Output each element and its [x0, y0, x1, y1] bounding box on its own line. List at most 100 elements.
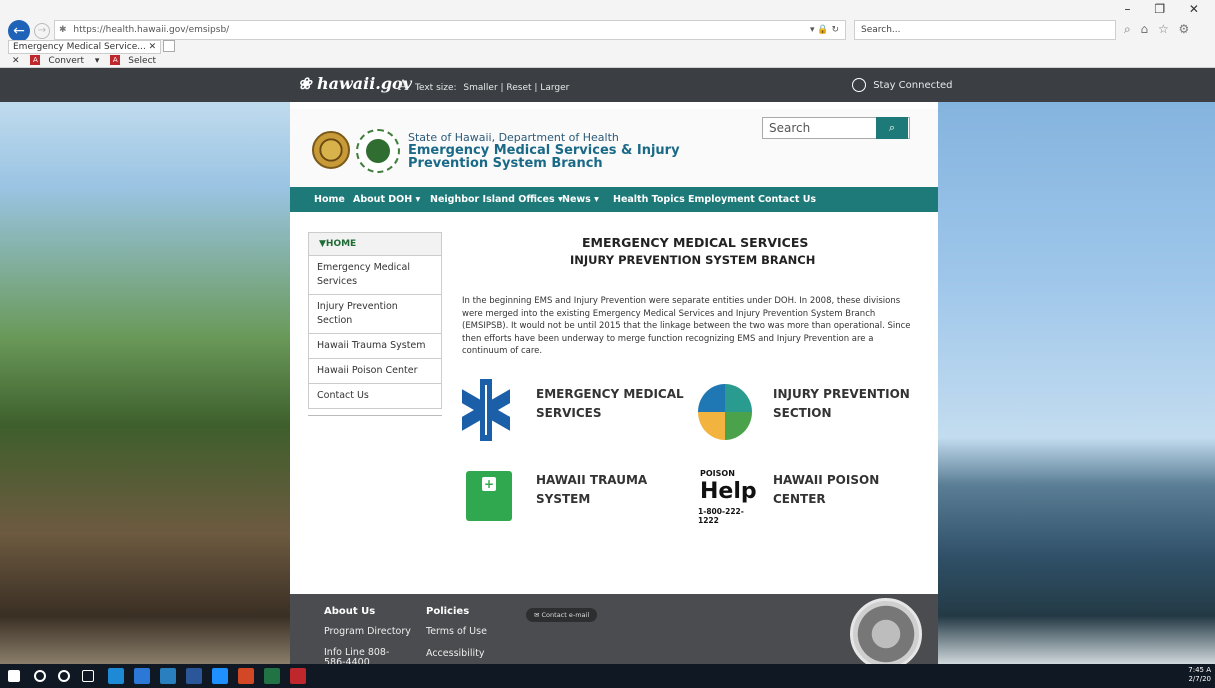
- site-search-placeholder: Search: [769, 121, 811, 135]
- task-view-icon[interactable]: [82, 670, 94, 682]
- file-explorer-icon[interactable]: [160, 668, 176, 684]
- poison-card-line1: HAWAII POISON: [773, 473, 880, 487]
- trauma-card-link[interactable]: HAWAII TRAUMA SYSTEM: [536, 471, 647, 509]
- search-taskbar-icon[interactable]: [34, 670, 46, 682]
- window-controls[interactable]: – ❐ ✕: [1125, 2, 1209, 16]
- stay-connected-link[interactable]: Stay Connected: [852, 78, 953, 92]
- ems-card-link[interactable]: EMERGENCY MEDICAL SERVICES: [536, 385, 684, 423]
- ip-card-line1: INJURY PREVENTION: [773, 387, 910, 401]
- main-panel: State of Hawaii, Department of Health Em…: [290, 109, 938, 594]
- menu-contact-us[interactable]: Contact Us: [758, 194, 816, 205]
- search-icon: ⌕: [888, 121, 896, 134]
- footer-info-line: Info Line 808-586-4400: [324, 647, 390, 665]
- nav-row: ← → ✱ https://health.hawaii.gov/emsipsb/…: [0, 0, 1215, 42]
- back-button[interactable]: ←: [8, 20, 30, 42]
- browser-chrome: ← → ✱ https://health.hawaii.gov/emsipsb/…: [0, 0, 1215, 68]
- site-header: State of Hawaii, Department of Health Em…: [290, 109, 938, 187]
- tab-emergency[interactable]: Emergency Medical Service... ✕: [8, 40, 162, 54]
- browser-search-input[interactable]: Search...: [854, 20, 1116, 40]
- poison-help-icon[interactable]: POISON Help 1-800-222-1222: [698, 469, 762, 525]
- browser-search-placeholder: Search...: [861, 25, 901, 35]
- address-bar[interactable]: ✱ https://health.hawaii.gov/emsipsb/ ▾ 🔒…: [54, 20, 846, 40]
- clock-time: 7:45 A: [1188, 666, 1211, 674]
- medical-cross-icon: +: [482, 477, 496, 491]
- site-footer: About Us Policies ✉ Contact e-mail Progr…: [290, 594, 938, 664]
- poison-icon-word: Help: [700, 479, 757, 504]
- menu-home[interactable]: Home: [314, 194, 345, 205]
- select-icon: A: [110, 55, 121, 65]
- powerpoint-icon[interactable]: [238, 668, 254, 684]
- browser-tools-icons[interactable]: ⌕ ⌂ ☆ ⚙: [1124, 22, 1192, 37]
- stay-connected-label: Stay Connected: [873, 80, 953, 91]
- poison-card-link[interactable]: HAWAII POISON CENTER: [773, 471, 879, 509]
- contact-email-button[interactable]: ✉ Contact e-mail: [526, 608, 598, 622]
- poison-icon-phone: 1-800-222-1222: [698, 507, 744, 525]
- select-label: Select: [128, 55, 157, 66]
- sidebar-item-contact[interactable]: Contact Us: [308, 384, 442, 409]
- ems-card-line2: SERVICES: [536, 406, 602, 420]
- command-row: ✕ A Convert ▾ A Select: [12, 55, 172, 66]
- background-beach-left: [0, 68, 290, 664]
- close-toolbar-icon[interactable]: ✕: [12, 56, 20, 66]
- sidebar-divider: [308, 415, 442, 416]
- sidebar-item-ems[interactable]: Emergency Medical Services: [308, 256, 442, 295]
- new-tab-button[interactable]: [163, 40, 176, 52]
- poison-icon-top: POISON: [700, 469, 735, 478]
- edge-icon[interactable]: [212, 668, 228, 684]
- page-viewport: ❀ hawaii.gov A Text size: Smaller | Rese…: [0, 68, 1215, 664]
- poison-card-line2: CENTER: [773, 492, 826, 506]
- text-size-links[interactable]: Smaller | Reset | Larger: [463, 83, 569, 93]
- search-button[interactable]: ⌕: [876, 117, 908, 139]
- ie-icon[interactable]: [108, 668, 124, 684]
- hawaii-gov-logo[interactable]: ❀ hawaii.gov: [298, 74, 412, 93]
- select-button[interactable]: A Select: [110, 55, 164, 66]
- main-menu: Home About DOH ▾ Neighbor Island Offices…: [290, 187, 938, 212]
- hospital-icon[interactable]: +: [466, 471, 512, 521]
- state-seal-footer-logo: [850, 598, 922, 664]
- site-icon: ✱: [59, 25, 67, 35]
- menu-neighbor-island[interactable]: Neighbor Island Offices ▾: [430, 194, 563, 205]
- trauma-card-line1: HAWAII TRAUMA: [536, 473, 648, 487]
- menu-employment[interactable]: Employment: [688, 194, 755, 205]
- doh-seal-logo[interactable]: [356, 129, 400, 173]
- sidebar-item-trauma[interactable]: Hawaii Trauma System: [308, 334, 442, 359]
- menu-about-doh[interactable]: About DOH ▾: [353, 194, 420, 205]
- windows-taskbar: 7:45 A 2/7/20: [0, 664, 1215, 688]
- refresh-icon[interactable]: ▾ 🔒 ↻: [810, 21, 839, 39]
- menu-news[interactable]: News ▾: [562, 194, 599, 205]
- footer-policies-heading: Policies: [426, 606, 470, 617]
- outlook-icon[interactable]: [134, 668, 150, 684]
- sidebar-nav: ▼HOME Emergency Medical Services Injury …: [308, 232, 442, 416]
- taskbar-clock[interactable]: 7:45 A 2/7/20: [1188, 666, 1211, 684]
- globe-icon: [852, 78, 866, 92]
- doh-seal-center: [366, 139, 390, 163]
- menu-health-topics[interactable]: Health Topics: [613, 194, 685, 205]
- injury-prevention-card-link[interactable]: INJURY PREVENTION SECTION: [773, 385, 910, 423]
- footer-terms[interactable]: Terms of Use: [426, 626, 487, 637]
- contact-email-label: Contact e-mail: [541, 611, 590, 619]
- injury-prevention-icon[interactable]: [698, 384, 752, 440]
- footer-program-directory[interactable]: Program Directory: [324, 626, 411, 637]
- clock-date: 2/7/20: [1188, 675, 1211, 683]
- gov-top-bar: ❀ hawaii.gov A Text size: Smaller | Rese…: [0, 68, 1215, 102]
- acrobat-icon[interactable]: [290, 668, 306, 684]
- page-subtitle: INJURY PREVENTION SYSTEM BRANCH: [570, 253, 816, 267]
- star-of-life-icon[interactable]: [462, 379, 510, 441]
- sidebar-home[interactable]: ▼HOME: [308, 232, 442, 256]
- trauma-card-line2: SYSTEM: [536, 492, 591, 506]
- state-seal-logo[interactable]: [312, 131, 350, 169]
- start-icon[interactable]: [8, 670, 20, 682]
- cortana-icon[interactable]: [58, 670, 70, 682]
- branch-title[interactable]: Emergency Medical Services & Injury Prev…: [408, 144, 680, 170]
- sidebar-item-poison[interactable]: Hawaii Poison Center: [308, 359, 442, 384]
- excel-icon[interactable]: [264, 668, 280, 684]
- forward-button[interactable]: →: [34, 23, 50, 39]
- convert-button[interactable]: A Convert ▾: [30, 55, 99, 66]
- word-icon[interactable]: [186, 668, 202, 684]
- sidebar-item-injury-prevention[interactable]: Injury Prevention Section: [308, 295, 442, 334]
- intro-paragraph: In the beginning EMS and Injury Preventi…: [462, 296, 911, 356]
- background-ocean-right: [938, 68, 1215, 664]
- footer-accessibility[interactable]: Accessibility: [426, 648, 484, 659]
- ems-card-line1: EMERGENCY MEDICAL: [536, 387, 684, 401]
- pdf-icon: A: [30, 55, 41, 65]
